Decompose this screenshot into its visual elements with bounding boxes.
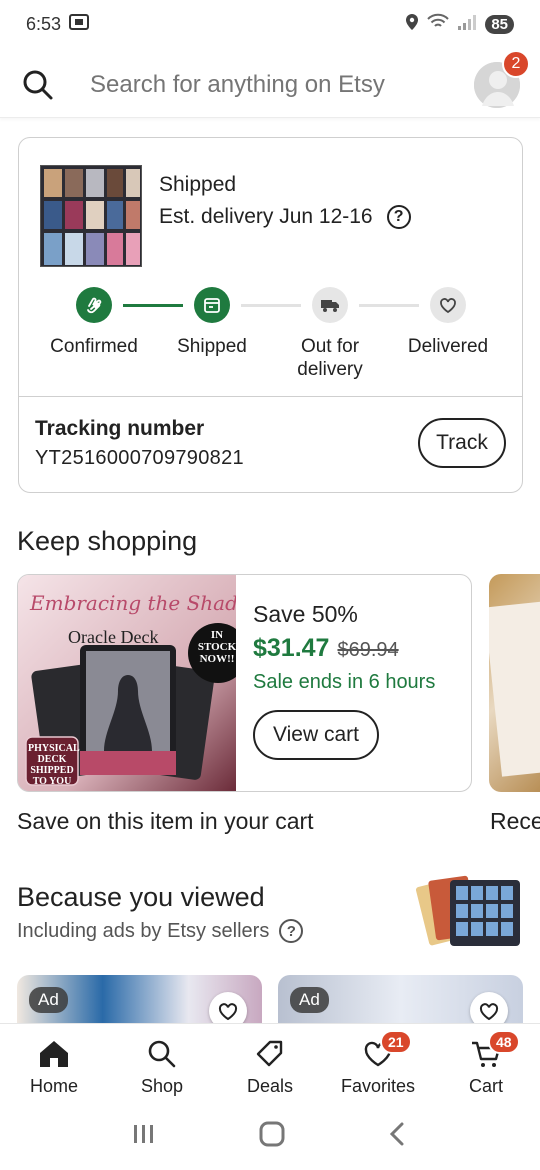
nav-label: Deals <box>246 1076 294 1096</box>
promo-caption-next: Rece <box>490 808 540 834</box>
order-progress: Confirmed Shipped Out for delivery Deliv… <box>19 287 524 387</box>
order-delivery: Est. delivery Jun 12-16 ? <box>159 205 411 229</box>
favorite-heart-icon[interactable] <box>209 992 247 1025</box>
viewed-item-thumbnail[interactable] <box>414 872 522 952</box>
notification-badge: 2 <box>502 49 530 78</box>
screenshot-icon <box>69 13 90 36</box>
search-icon <box>145 1038 179 1070</box>
nav-cart[interactable]: 48 Cart <box>432 1024 540 1103</box>
delivery-estimate: Est. delivery Jun 12-16 <box>159 205 373 228</box>
nav-favorites[interactable]: 21 Favorites <box>324 1024 432 1103</box>
help-icon[interactable]: ? <box>386 205 411 229</box>
system-nav-bar <box>0 1103 540 1170</box>
nav-shop[interactable]: Shop <box>108 1024 216 1103</box>
next-promo-card[interactable] <box>489 574 540 792</box>
home-button-icon[interactable] <box>258 1120 286 1153</box>
order-summary: Shipped Est. delivery Jun 12-16 ? <box>19 138 522 267</box>
status-left: 6:53 <box>26 13 90 36</box>
search-header: 2 <box>0 49 540 118</box>
order-status: Shipped <box>159 173 237 196</box>
progress-line-1 <box>123 304 183 307</box>
favorites-badge: 21 <box>380 1030 412 1054</box>
location-icon <box>405 13 419 36</box>
ads-disclaimer: Including ads by Etsy sellers <box>17 919 270 942</box>
promo-price-row: $31.47 $69.94 <box>253 634 435 663</box>
nav-label: Cart <box>468 1076 503 1096</box>
status-time: 6:53 <box>26 13 62 34</box>
promo-image-subtitle: Oracle Deck <box>68 627 159 647</box>
status-right: 85 <box>405 13 514 36</box>
step-label-out-for-delivery: Out for delivery <box>297 336 363 380</box>
signal-icon <box>457 13 477 36</box>
view-cart-button[interactable]: View cart <box>253 710 379 760</box>
nav-label: Home <box>29 1076 78 1096</box>
nav-deals[interactable]: Deals <box>216 1024 506 1103</box>
keep-shopping-title: Keep shopping <box>17 526 198 556</box>
step-label-shipped: Shipped <box>177 336 247 357</box>
promo-save: Save 50% <box>253 601 358 627</box>
order-text: Shipped Est. delivery Jun 12-16 ? <box>159 165 411 267</box>
promo-info: Save 50% $31.47 $69.94 Sale ends in 6 ho… <box>236 575 435 791</box>
favorite-heart-icon[interactable] <box>470 992 508 1025</box>
ad-badge: Ad <box>290 987 329 1013</box>
recent-apps-icon[interactable] <box>130 1122 158 1151</box>
ad-badge: Ad <box>29 987 68 1013</box>
box-icon <box>194 287 230 323</box>
search-icon[interactable] <box>20 67 56 103</box>
listing-card[interactable]: Ad <box>17 975 262 1025</box>
battery-level: 85 <box>485 14 514 34</box>
nav-label: Favorites <box>340 1076 416 1096</box>
order-thumbnail <box>40 165 142 267</box>
sale-price: $31.47 <box>253 634 330 662</box>
in-stock-badge: IN STOCK NOW!! <box>197 629 236 665</box>
nav-home[interactable]: Home <box>0 1024 108 1103</box>
search-input[interactable] <box>90 70 474 99</box>
wifi-icon <box>427 13 450 36</box>
progress-line-3 <box>359 304 419 307</box>
truck-icon <box>312 287 348 323</box>
promo-caption: Save on this item in your cart <box>17 808 314 834</box>
track-button[interactable]: Track <box>418 418 506 468</box>
tracking-section: Tracking number YT2516000709790821 Track <box>19 396 522 492</box>
listing-card[interactable]: Ad <box>278 975 523 1025</box>
order-card[interactable]: Shipped Est. delivery Jun 12-16 ? Confir… <box>18 137 523 493</box>
step-label-delivered: Delivered <box>407 336 489 357</box>
heart-icon <box>430 287 466 323</box>
bottom-nav: Home Shop Deals 21 Favorites 48 Cart <box>0 1023 540 1103</box>
because-you-viewed-subtitle: Including ads by Etsy sellers ? <box>17 919 304 943</box>
nav-label: Shop <box>140 1076 184 1096</box>
status-bar: 6:53 85 <box>0 0 540 48</box>
because-you-viewed-title: Because you viewed <box>17 882 265 912</box>
step-label-confirmed: Confirmed <box>50 336 138 357</box>
back-icon[interactable] <box>386 1121 410 1152</box>
hand-icon <box>76 287 112 323</box>
sale-ends: Sale ends in 6 hours <box>253 671 436 693</box>
promo-card[interactable]: Embracing the Shadow Oracle Deck IN STOC… <box>17 574 472 792</box>
avatar[interactable]: 2 <box>474 49 530 108</box>
promo-image[interactable]: Embracing the Shadow Oracle Deck IN STOC… <box>18 575 236 791</box>
original-price: $69.94 <box>337 639 399 661</box>
cart-badge: 48 <box>488 1030 520 1054</box>
help-icon[interactable]: ? <box>279 919 304 943</box>
tag-icon <box>253 1038 287 1070</box>
promo-image-title: Embracing the Shadow <box>30 591 236 615</box>
home-icon <box>37 1038 71 1070</box>
physical-deck-label: PHYSICAL DECK SHIPPED TO YOU <box>28 743 80 787</box>
progress-line-2 <box>241 304 301 307</box>
next-promo-image <box>489 601 540 777</box>
